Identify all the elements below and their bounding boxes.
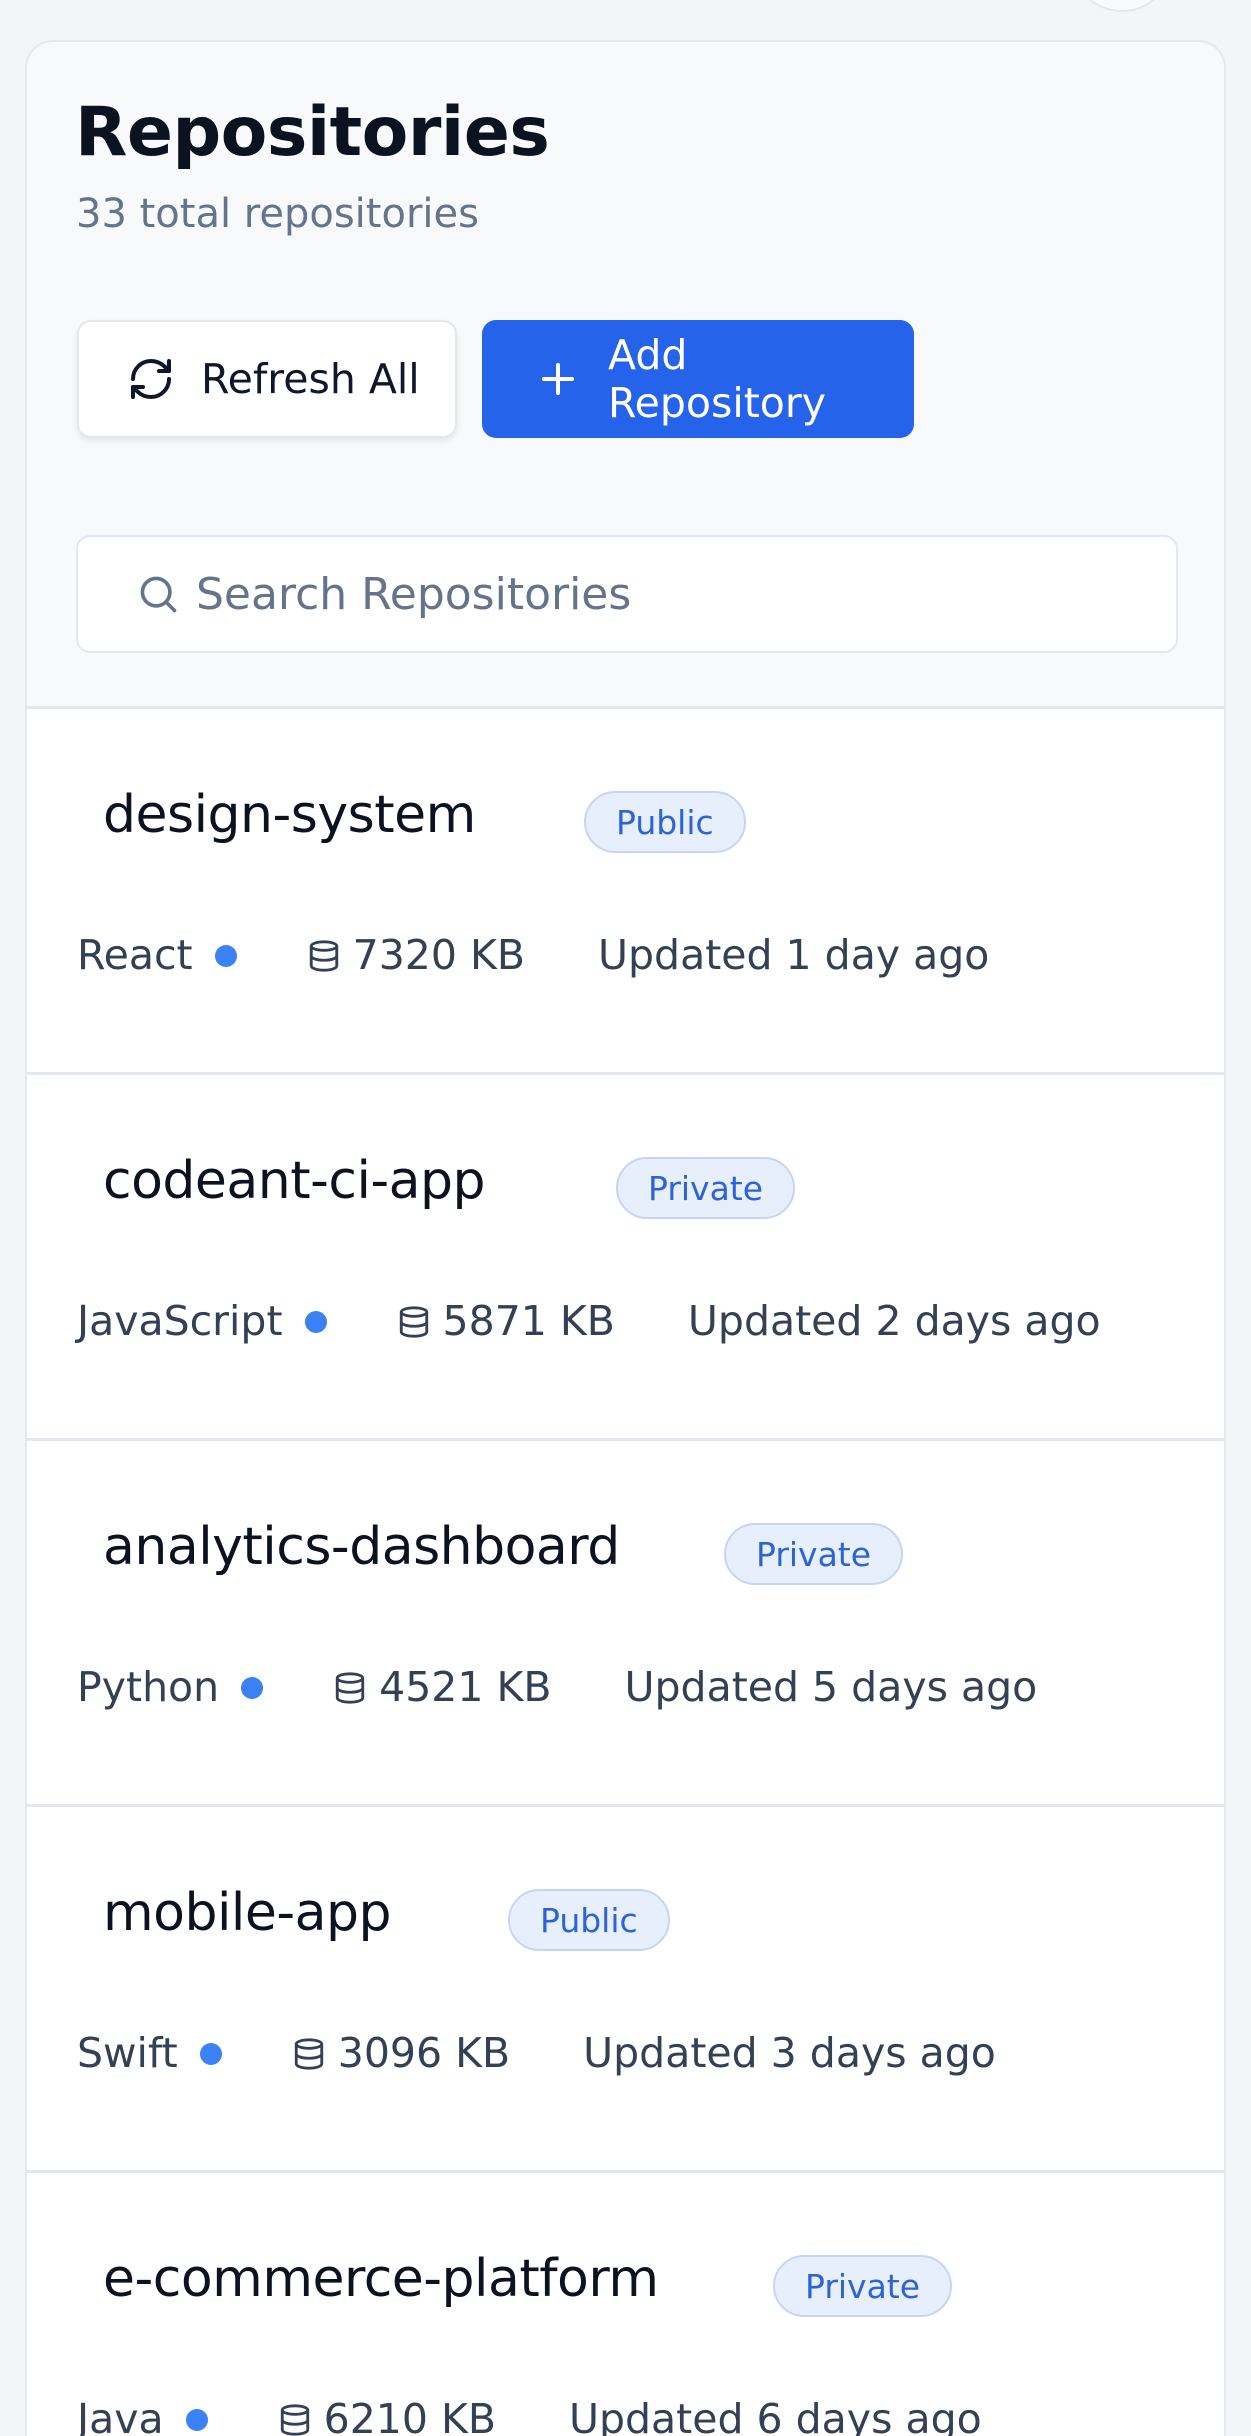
repository-meta: Swift 3096 KB Updated 3 days ago bbox=[77, 2033, 996, 2074]
visibility-badge: Private bbox=[773, 2255, 953, 2317]
language-dot bbox=[185, 2408, 208, 2431]
repositories-screen: Repositories 33 total repositories Refre… bbox=[0, 0, 1251, 2436]
repository-name[interactable]: e-commerce-platform bbox=[103, 2253, 659, 2305]
size-group: 7320 KB bbox=[307, 935, 525, 976]
language-label: Java bbox=[77, 2395, 164, 2436]
size-group: 6210 KB bbox=[278, 2399, 496, 2436]
repository-row[interactable]: design-system Public React 7320 KB Updat… bbox=[27, 706, 1224, 1072]
page-title: Repositories bbox=[75, 93, 550, 172]
database-icon bbox=[397, 1304, 431, 1340]
size-group: 5871 KB bbox=[397, 1301, 615, 1342]
language-dot bbox=[214, 944, 237, 967]
repository-size: 4521 KB bbox=[379, 1663, 552, 1711]
repositories-header: Repositories 33 total repositories Refre… bbox=[27, 42, 1224, 706]
avatar[interactable] bbox=[1070, 0, 1174, 12]
repository-meta: Java 6210 KB Updated 6 days ago bbox=[77, 2399, 982, 2436]
language-dot bbox=[241, 1676, 264, 1699]
visibility-badge: Public bbox=[584, 791, 746, 853]
database-icon bbox=[292, 2036, 326, 2072]
size-group: 3096 KB bbox=[292, 2033, 510, 2074]
repository-count: 33 total repositories bbox=[76, 191, 479, 237]
repository-row[interactable]: analytics-dashboard Private Python 4521 … bbox=[27, 1438, 1224, 1804]
repository-meta: JavaScript 5871 KB Updated 2 days ago bbox=[77, 1301, 1101, 1342]
visibility-badge: Private bbox=[616, 1157, 796, 1219]
last-updated: Updated 2 days ago bbox=[687, 1297, 1101, 1345]
repository-row[interactable]: codeant-ci-app Private JavaScript 5871 K… bbox=[27, 1072, 1224, 1438]
plus-icon bbox=[534, 355, 582, 403]
add-repository-button[interactable]: Add Repository bbox=[482, 320, 914, 438]
database-icon bbox=[333, 1670, 367, 1706]
repository-name[interactable]: design-system bbox=[103, 789, 476, 841]
language-label: Swift bbox=[77, 2029, 178, 2077]
repository-name[interactable]: codeant-ci-app bbox=[103, 1155, 486, 1207]
repository-size: 6210 KB bbox=[323, 2395, 496, 2436]
repository-name[interactable]: mobile-app bbox=[103, 1887, 392, 1939]
repository-meta: React 7320 KB Updated 1 day ago bbox=[77, 935, 989, 976]
language-dot bbox=[199, 2042, 222, 2065]
visibility-badge: Private bbox=[724, 1523, 904, 1585]
language-dot bbox=[304, 1310, 327, 1333]
repository-row[interactable]: mobile-app Public Swift 3096 KB Updated … bbox=[27, 1804, 1224, 2170]
repository-name[interactable]: analytics-dashboard bbox=[103, 1521, 620, 1573]
database-icon bbox=[278, 2402, 312, 2436]
repository-size: 3096 KB bbox=[337, 2029, 511, 2077]
size-group: 4521 KB bbox=[333, 1663, 552, 1711]
language-label: Python bbox=[77, 1663, 220, 1711]
refresh-all-button[interactable]: Refresh All bbox=[77, 320, 457, 438]
visibility-badge: Public bbox=[508, 1889, 670, 1951]
last-updated: Updated 6 days ago bbox=[569, 2395, 982, 2436]
repositories-panel: Repositories 33 total repositories Refre… bbox=[25, 40, 1226, 2436]
repository-row[interactable]: e-commerce-platform Private Java 6210 KB… bbox=[27, 2170, 1224, 2436]
repository-size: 5871 KB bbox=[442, 1297, 615, 1345]
last-updated: Updated 3 days ago bbox=[583, 2029, 996, 2077]
repository-size: 7320 KB bbox=[352, 931, 526, 979]
last-updated: Updated 1 day ago bbox=[598, 931, 990, 979]
refresh-all-label: Refresh All bbox=[201, 355, 420, 403]
repository-meta: Python 4521 KB Updated 5 days ago bbox=[77, 1667, 1037, 1708]
language-label: React bbox=[77, 931, 193, 979]
add-repository-label: Add Repository bbox=[608, 331, 827, 427]
search-icon bbox=[136, 572, 180, 616]
refresh-icon bbox=[127, 355, 175, 403]
language-label: JavaScript bbox=[77, 1297, 283, 1345]
last-updated: Updated 5 days ago bbox=[624, 1663, 1038, 1711]
search-input[interactable] bbox=[196, 568, 1096, 620]
database-icon bbox=[307, 938, 341, 974]
repository-list: design-system Public React 7320 KB Updat… bbox=[27, 706, 1224, 2436]
search-box[interactable] bbox=[76, 535, 1178, 653]
